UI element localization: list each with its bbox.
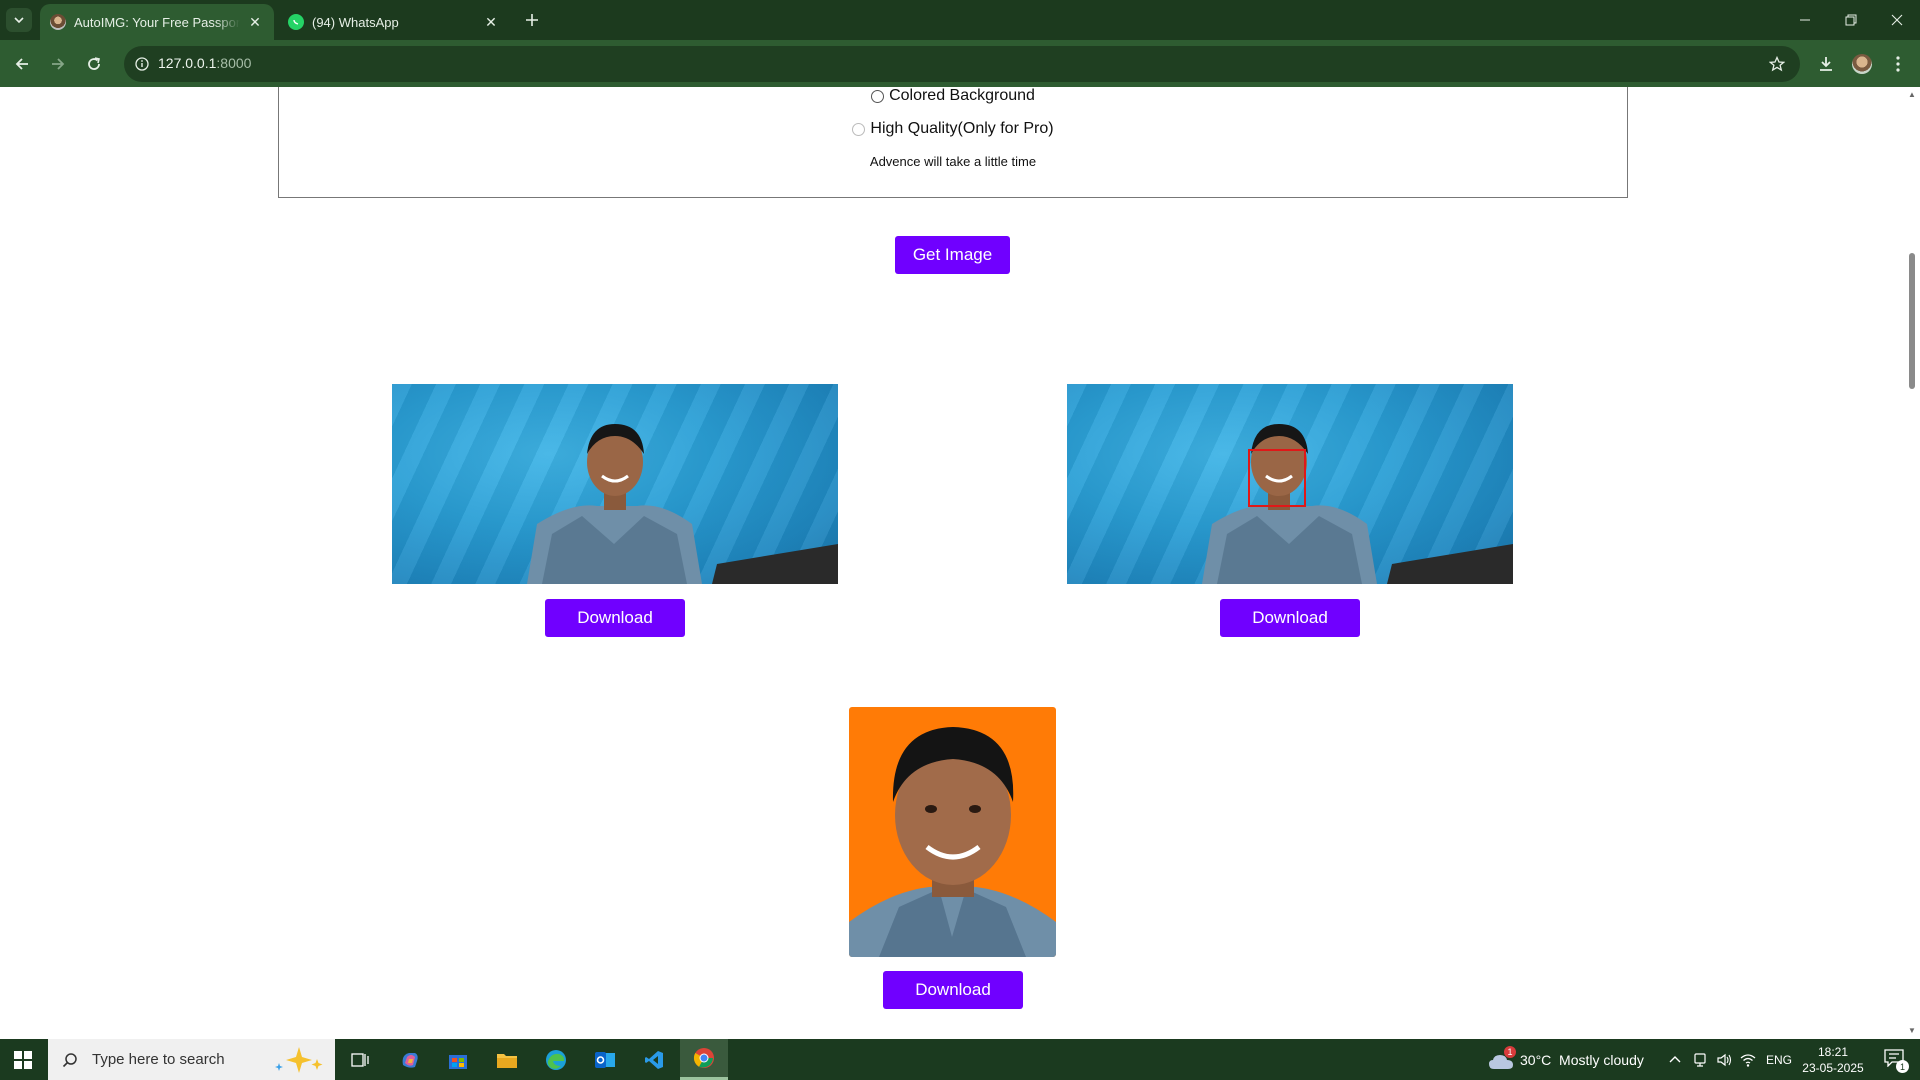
edge-icon — [546, 1049, 566, 1070]
close-icon[interactable]: ✕ — [482, 13, 500, 31]
meet-now-icon[interactable] — [1692, 1052, 1708, 1068]
start-button[interactable] — [0, 1039, 46, 1080]
taskbar-copilot[interactable] — [386, 1039, 434, 1080]
close-window-button[interactable] — [1874, 0, 1920, 40]
tab-search-button[interactable] — [6, 8, 32, 32]
high-quality-option[interactable]: High Quality(Only for Pro) — [279, 120, 1627, 138]
processing-note: Advence will take a little time — [869, 154, 1037, 169]
store-icon — [449, 1054, 467, 1069]
forward-button[interactable] — [44, 50, 72, 78]
plus-icon — [526, 14, 538, 26]
clock[interactable]: 18:21 23-05-2025 — [1788, 1039, 1878, 1080]
volume-icon[interactable] — [1716, 1052, 1732, 1068]
reload-icon — [88, 57, 100, 70]
notification-icon: 1 — [1884, 1049, 1909, 1073]
taskbar-store[interactable] — [434, 1039, 482, 1080]
vscode-icon — [645, 1050, 663, 1069]
tab-autoimg[interactable]: AutoIMG: Your Free Passport to ✕ — [40, 4, 274, 40]
minimize-button[interactable] — [1782, 0, 1828, 40]
scroll-down-icon[interactable]: ▼ — [1908, 1027, 1916, 1035]
task-view-button[interactable] — [336, 1039, 384, 1080]
arrow-right-icon — [52, 58, 65, 70]
taskbar-outlook[interactable] — [581, 1039, 629, 1080]
colored-background-radio[interactable] — [871, 89, 885, 103]
minimize-icon — [1800, 19, 1810, 21]
kebab-menu-icon — [1896, 56, 1900, 72]
cloud-icon: 1 — [1488, 1045, 1516, 1070]
notification-count: 1 — [1896, 1060, 1909, 1073]
taskbar-search[interactable]: Type here to search — [48, 1039, 335, 1080]
weather-badge: 1 — [1504, 1045, 1516, 1058]
page-scrollbar[interactable]: ▲ ▼ — [1904, 87, 1920, 1039]
original-photo — [392, 384, 838, 584]
download-face-button[interactable]: Download — [1220, 599, 1360, 637]
windows-taskbar: Type here to search 1 30°C Mostly cloudy — [0, 1039, 1920, 1080]
colored-background-option[interactable]: Colored Background — [279, 87, 1627, 105]
profile-button[interactable] — [1848, 50, 1876, 78]
chevron-up-icon[interactable] — [1668, 1053, 1682, 1067]
weather-text: 30°C Mostly cloudy — [1520, 1051, 1644, 1068]
face-detection-box — [1248, 449, 1306, 507]
bookmark-star-icon[interactable] — [1766, 53, 1788, 75]
notification-center-button[interactable]: 1 — [1876, 1039, 1912, 1080]
reload-button[interactable] — [80, 50, 108, 78]
tab-title: (94) WhatsApp — [312, 14, 399, 30]
restore-icon — [1845, 14, 1857, 26]
address-bar[interactable]: 127.0.0.1:8000 — [124, 46, 1800, 82]
arrow-left-icon — [15, 58, 28, 70]
back-button[interactable] — [8, 50, 36, 78]
avatar — [1852, 54, 1872, 74]
windows-logo-icon — [14, 1050, 32, 1069]
chrome-icon — [693, 1048, 714, 1068]
search-icon — [62, 1052, 77, 1067]
url-text: 127.0.0.1:8000 — [158, 55, 251, 71]
taskbar-chrome[interactable] — [680, 1039, 728, 1080]
weather-widget[interactable]: 1 30°C Mostly cloudy — [1488, 1039, 1644, 1080]
folder-icon — [497, 1053, 517, 1068]
high-quality-label: High Quality(Only for Pro) — [870, 120, 1054, 137]
taskbar-file-explorer[interactable] — [483, 1039, 531, 1080]
close-icon — [1891, 14, 1903, 26]
site-info-icon[interactable] — [132, 54, 152, 74]
taskbar-vscode[interactable] — [630, 1039, 678, 1080]
search-placeholder: Type here to search — [92, 1051, 225, 1068]
whatsapp-icon — [288, 14, 304, 30]
chevron-down-icon — [14, 17, 24, 24]
download-original-button[interactable]: Download — [545, 599, 685, 637]
browser-tab-bar: AutoIMG: Your Free Passport to ✕ (94) Wh… — [0, 0, 1920, 40]
restore-button[interactable] — [1828, 0, 1874, 40]
outlook-icon — [595, 1051, 615, 1068]
colored-background-label: Colored Background — [889, 87, 1035, 104]
sparkle-icon — [275, 1046, 323, 1073]
browser-toolbar: 127.0.0.1:8000 — [0, 40, 1920, 87]
clock-date: 23-05-2025 — [1802, 1060, 1864, 1075]
close-icon[interactable]: ✕ — [246, 13, 264, 31]
clock-time: 18:21 — [1817, 1044, 1849, 1059]
autoimg-favicon-icon — [50, 14, 66, 30]
download-passport-button[interactable]: Download — [883, 971, 1023, 1009]
task-view-icon — [351, 1052, 369, 1067]
url-host: 127.0.0.1 — [158, 55, 217, 71]
copilot-icon — [402, 1052, 418, 1068]
wifi-icon[interactable] — [1740, 1052, 1756, 1068]
get-image-button[interactable]: Get Image — [895, 236, 1010, 274]
menu-button[interactable] — [1884, 50, 1912, 78]
taskbar-edge[interactable] — [532, 1039, 580, 1080]
tab-title: AutoIMG: Your Free Passport to — [74, 14, 240, 30]
download-icon — [1820, 57, 1832, 71]
high-quality-radio[interactable] — [852, 122, 866, 136]
passport-photo — [849, 707, 1056, 957]
tab-whatsapp[interactable]: (94) WhatsApp ✕ — [278, 4, 510, 40]
face-detection-photo — [1067, 384, 1513, 584]
scrollbar-thumb[interactable] — [1909, 253, 1915, 389]
tray-icons: ENG — [1668, 1039, 1792, 1080]
downloads-button[interactable] — [1812, 50, 1840, 78]
scroll-up-icon[interactable]: ▲ — [1908, 91, 1916, 99]
new-tab-button[interactable] — [520, 8, 544, 32]
options-panel: Colored Background High Quality(Only for… — [278, 87, 1628, 198]
page-viewport: Colored Background High Quality(Only for… — [0, 87, 1920, 1039]
url-port: :8000 — [216, 55, 252, 71]
